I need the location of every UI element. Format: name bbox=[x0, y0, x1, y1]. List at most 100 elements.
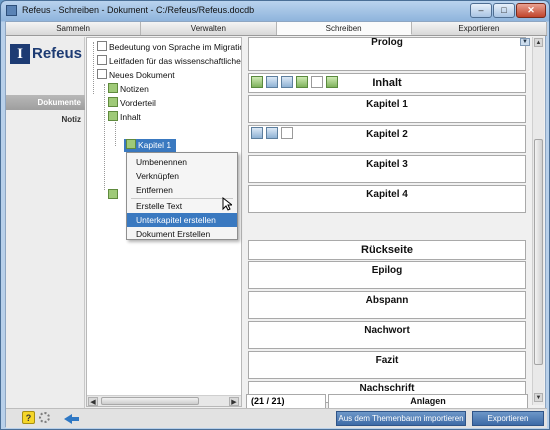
folder-icon bbox=[108, 111, 118, 121]
tree-item-selected[interactable]: Kapitel 1 bbox=[124, 139, 177, 152]
tree-item[interactable]: Bedeutung von Sprache im Migratio bbox=[97, 41, 242, 54]
tree-guide bbox=[115, 122, 116, 146]
folder-icon bbox=[108, 97, 118, 107]
maximize-button[interactable]: □ bbox=[493, 3, 515, 18]
tree-item-label: Vorderteil bbox=[120, 98, 156, 108]
menu-item-entfernen[interactable]: Entfernen bbox=[127, 183, 237, 197]
import-button[interactable]: Aus dem Themenbaum importieren bbox=[336, 411, 466, 426]
app-icon bbox=[6, 5, 17, 16]
save-icon[interactable] bbox=[296, 76, 308, 88]
section-prolog[interactable]: Prolog bbox=[248, 37, 526, 71]
section-title: Inhalt bbox=[372, 77, 402, 89]
scroll-up-icon[interactable]: ▲ bbox=[534, 38, 543, 47]
menu-item-umbenennen[interactable]: Umbenennen bbox=[127, 155, 237, 169]
chapter-box[interactable]: Kapitel 1 bbox=[248, 95, 526, 123]
tree-item[interactable]: Leitfaden für das wissenschaftliche bbox=[97, 55, 241, 68]
document-icon bbox=[97, 69, 107, 79]
tab-exportieren[interactable]: Exportieren bbox=[411, 22, 547, 35]
refeus-logo: I Refeus bbox=[10, 43, 83, 65]
tree-item[interactable]: Notizen bbox=[108, 83, 149, 96]
new-page-icon[interactable] bbox=[311, 76, 323, 88]
document-editor: Prolog Inhalt Kapitel 1 Kapitel 2 Kapite… bbox=[244, 37, 530, 405]
scroll-right-icon[interactable]: ▶ bbox=[229, 397, 239, 406]
tree-item-label: Neues Dokument bbox=[109, 70, 175, 80]
tree-item-label: Bedeutung von Sprache im Migratio bbox=[109, 42, 242, 52]
scroll-down-icon[interactable]: ▼ bbox=[534, 393, 543, 402]
context-menu: Umbenennen Verknüpfen Entfernen Erstelle… bbox=[126, 152, 238, 240]
chapter-note-icon[interactable] bbox=[281, 127, 293, 139]
nav-notiz[interactable]: Notiz bbox=[6, 112, 85, 127]
chapter-box[interactable]: Kapitel 3 bbox=[248, 155, 526, 183]
logo-text: Refeus bbox=[32, 45, 83, 62]
back-item[interactable]: Abspann bbox=[248, 291, 526, 319]
section-heading-rueckseite: Rückseite bbox=[248, 240, 526, 260]
tab-bar: Sammeln Verwalten Schreiben Exportieren bbox=[6, 22, 547, 36]
chapter-label: Kapitel 3 bbox=[366, 159, 408, 170]
chapter-label: Kapitel 2 bbox=[366, 129, 408, 140]
main-area: Sammeln Verwalten Schreiben Exportieren … bbox=[5, 21, 547, 428]
back-arrow-tail bbox=[71, 417, 79, 421]
document-icon bbox=[97, 55, 107, 65]
window-title: Refeus - Schreiben - Dokument - C:/Refeu… bbox=[22, 5, 255, 15]
back-item-label: Fazit bbox=[375, 355, 399, 366]
close-button[interactable]: ✕ bbox=[516, 3, 546, 18]
tree-item-label: Kapitel 1 bbox=[138, 140, 172, 150]
chapter-label: Kapitel 1 bbox=[366, 99, 408, 110]
collapse-toggle-icon[interactable]: ▼ bbox=[520, 38, 530, 46]
folder-icon bbox=[108, 189, 118, 199]
note-icon bbox=[108, 83, 118, 93]
editor-vertical-scrollbar[interactable]: ▲ ▼ bbox=[532, 37, 544, 405]
logo-mark: I bbox=[10, 44, 30, 64]
back-item[interactable]: Fazit bbox=[248, 351, 526, 379]
back-item-label: Epilog bbox=[371, 265, 403, 276]
nav-dokumente[interactable]: Dokumente bbox=[6, 95, 85, 110]
section-title: Rückseite bbox=[361, 244, 413, 256]
tree-item[interactable] bbox=[108, 189, 120, 202]
back-item-label: Abspann bbox=[365, 295, 409, 306]
move-up-icon[interactable] bbox=[266, 76, 278, 88]
add-chapter-icon[interactable] bbox=[251, 76, 263, 88]
move-down-icon[interactable] bbox=[281, 76, 293, 88]
chapter-tool-icon[interactable] bbox=[251, 127, 263, 139]
scroll-thumb[interactable] bbox=[101, 397, 199, 405]
tree-guide bbox=[93, 42, 94, 94]
chapter-icon bbox=[126, 139, 136, 149]
back-item[interactable]: Nachwort bbox=[248, 321, 526, 349]
tree-guide bbox=[104, 84, 105, 190]
tree-item-label: Notizen bbox=[120, 84, 149, 94]
menu-item-verknuepfen[interactable]: Verknüpfen bbox=[127, 169, 237, 183]
tree-item[interactable]: Neues Dokument bbox=[97, 69, 175, 82]
scroll-thumb[interactable] bbox=[534, 139, 543, 365]
tree-item-label: Leitfaden für das wissenschaftliche bbox=[109, 56, 241, 66]
chapter-label: Kapitel 4 bbox=[366, 189, 408, 200]
tab-schreiben[interactable]: Schreiben bbox=[276, 22, 412, 35]
tab-verwalten[interactable]: Verwalten bbox=[141, 22, 277, 35]
help-icon[interactable]: ? bbox=[22, 411, 35, 424]
menu-item-dokument-erstellen[interactable]: Dokument Erstellen bbox=[127, 227, 237, 241]
tree-item[interactable]: Inhalt bbox=[108, 111, 141, 124]
bottom-toolbar: ? Aus dem Themenbaum importieren Exporti… bbox=[6, 408, 547, 428]
scroll-left-icon[interactable]: ◀ bbox=[88, 397, 98, 406]
section-label: Prolog bbox=[371, 37, 403, 48]
menu-item-unterkapitel-erstellen[interactable]: Unterkapitel erstellen bbox=[127, 213, 237, 227]
mouse-cursor-icon bbox=[222, 197, 232, 211]
chapter-tool-icon[interactable] bbox=[266, 127, 278, 139]
left-panel: I Refeus Dokumente Notiz bbox=[6, 37, 85, 409]
delete-icon[interactable] bbox=[326, 76, 338, 88]
chapter-box[interactable]: Kapitel 4 bbox=[248, 185, 526, 213]
back-item-label: Nachschrift bbox=[359, 383, 415, 394]
menu-item-erstelle-text[interactable]: Erstelle Text bbox=[127, 199, 237, 213]
back-item-label: Anlagen bbox=[410, 396, 446, 406]
tree-item-label: Inhalt bbox=[120, 112, 141, 122]
tree-horizontal-scrollbar[interactable]: ◀ ▶ bbox=[87, 395, 241, 406]
app-window: Refeus - Schreiben - Dokument - C:/Refeu… bbox=[0, 0, 550, 430]
tab-sammeln[interactable]: Sammeln bbox=[6, 22, 142, 35]
gear-icon[interactable] bbox=[39, 412, 50, 423]
title-bar: Refeus - Schreiben - Dokument - C:/Refeu… bbox=[1, 1, 549, 21]
export-button[interactable]: Exportieren bbox=[472, 411, 544, 426]
back-item[interactable]: Epilog bbox=[248, 261, 526, 289]
minimize-button[interactable]: – bbox=[470, 3, 492, 18]
back-item[interactable]: Anlagen bbox=[328, 394, 528, 408]
tree-item[interactable]: Vorderteil bbox=[108, 97, 156, 110]
item-counter: (21 / 21) bbox=[246, 394, 326, 408]
